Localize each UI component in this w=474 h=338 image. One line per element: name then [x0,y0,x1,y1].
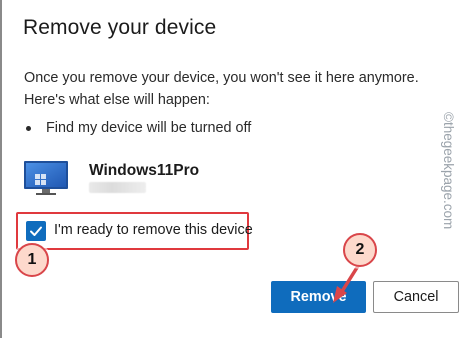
bullet-dot-icon [26,125,31,131]
device-name: Windows11Pro [89,162,200,179]
monitor-icon [24,161,68,195]
bullet-list-item: Find my device will be turned off [24,120,251,136]
watermark: ©thegeekpage.com [441,112,456,230]
cancel-button[interactable]: Cancel [373,281,459,313]
checkmark-icon [30,226,42,236]
remove-button[interactable]: Remove [271,281,366,313]
device-subtitle-blurred: ████████ [89,182,146,193]
confirm-checkbox-label[interactable]: I'm ready to remove this device [54,222,253,238]
bullet-text: Find my device will be turned off [46,120,252,136]
dialog-description: Once you remove your device, you won't s… [24,70,419,108]
dialog-title: Remove your device [23,16,217,39]
step-2-callout: 2 [343,233,377,267]
confirm-checkbox[interactable] [26,221,46,241]
step-1-callout: 1 [15,243,49,277]
